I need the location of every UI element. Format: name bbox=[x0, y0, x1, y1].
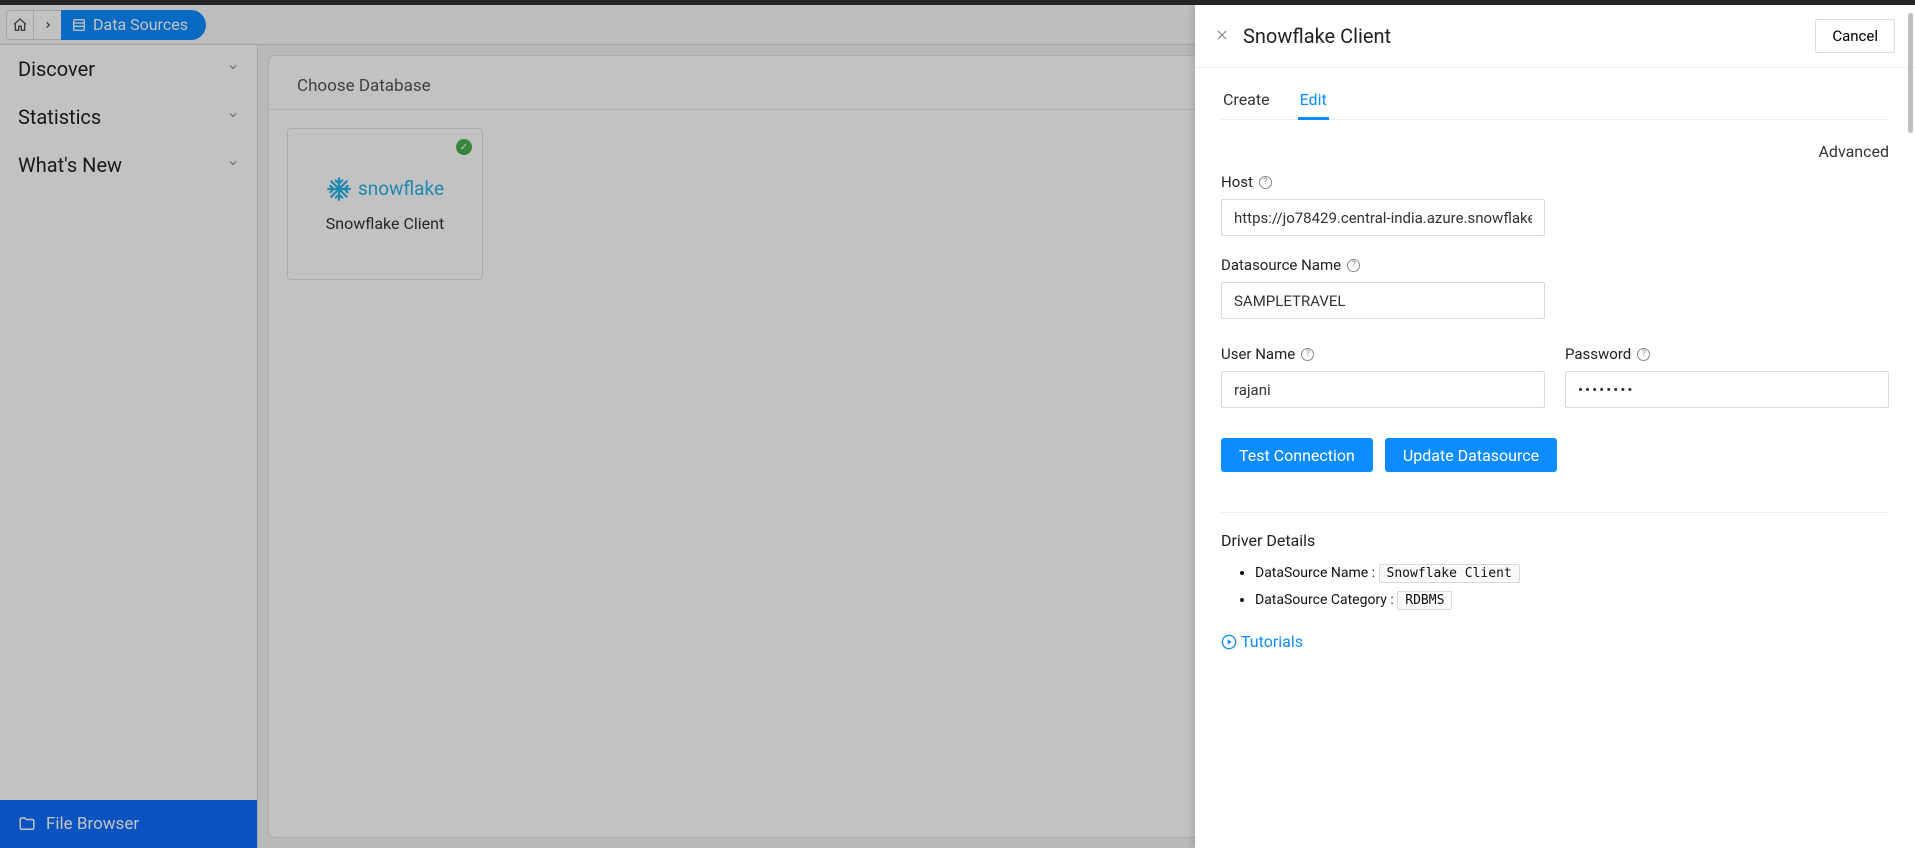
field-host: Host ? bbox=[1221, 173, 1889, 236]
breadcrumb-current[interactable]: Data Sources bbox=[61, 10, 206, 40]
divider bbox=[1221, 512, 1889, 513]
sidebar-item-label: Discover bbox=[18, 57, 95, 81]
field-password: Password ? bbox=[1565, 345, 1889, 408]
choose-database-label: Choose Database bbox=[297, 76, 431, 96]
password-input[interactable] bbox=[1565, 371, 1889, 408]
datasource-icon bbox=[71, 17, 87, 33]
host-input[interactable] bbox=[1221, 199, 1545, 236]
folder-icon bbox=[18, 815, 36, 833]
sidebar: Discover Statistics What's New File Brow… bbox=[0, 45, 258, 848]
driver-details-list: DataSource Name : Snowflake Client DataS… bbox=[1221, 564, 1889, 610]
dsn-label: Datasource Name bbox=[1221, 256, 1341, 274]
username-label: User Name bbox=[1221, 345, 1295, 363]
breadcrumb-label: Data Sources bbox=[93, 15, 188, 34]
field-username: User Name ? bbox=[1221, 345, 1545, 408]
chevron-down-icon bbox=[227, 157, 239, 173]
chevron-right-icon[interactable] bbox=[34, 10, 62, 40]
sidebar-item-whatsnew[interactable]: What's New bbox=[0, 141, 257, 189]
snowflake-icon bbox=[326, 176, 352, 202]
panel-title: Snowflake Client bbox=[1243, 24, 1391, 48]
side-panel: Snowflake Client Cancel Create Edit Adva… bbox=[1195, 5, 1915, 848]
host-label: Host bbox=[1221, 173, 1253, 191]
field-datasource-name: Datasource Name ? bbox=[1221, 256, 1889, 319]
driver-dsn-label: DataSource Name : bbox=[1255, 565, 1375, 581]
file-browser-label: File Browser bbox=[46, 814, 139, 834]
scrollbar[interactable] bbox=[1908, 13, 1913, 133]
sidebar-item-discover[interactable]: Discover bbox=[0, 45, 257, 93]
home-icon[interactable] bbox=[6, 10, 34, 40]
panel-header: Snowflake Client Cancel bbox=[1195, 5, 1915, 68]
sidebar-item-statistics[interactable]: Statistics bbox=[0, 93, 257, 141]
file-browser-button[interactable]: File Browser bbox=[0, 800, 257, 848]
tutorials-label: Tutorials bbox=[1241, 632, 1303, 651]
datasource-name-input[interactable] bbox=[1221, 282, 1545, 319]
help-icon[interactable]: ? bbox=[1301, 348, 1314, 361]
check-icon: ✓ bbox=[456, 139, 472, 155]
advanced-link[interactable]: Advanced bbox=[1818, 142, 1889, 161]
cancel-button[interactable]: Cancel bbox=[1815, 19, 1895, 53]
driver-cat-label: DataSource Category : bbox=[1255, 592, 1394, 608]
help-icon[interactable]: ? bbox=[1347, 259, 1360, 272]
password-label: Password bbox=[1565, 345, 1631, 363]
close-icon[interactable] bbox=[1215, 27, 1229, 46]
tab-edit[interactable]: Edit bbox=[1298, 82, 1329, 119]
sidebar-item-label: Statistics bbox=[18, 105, 101, 129]
test-connection-button[interactable]: Test Connection bbox=[1221, 438, 1373, 472]
panel-tabs: Create Edit bbox=[1221, 82, 1889, 120]
logo-text: snowflake bbox=[358, 177, 444, 200]
tutorials-link[interactable]: Tutorials bbox=[1221, 632, 1889, 651]
driver-dsn-value: Snowflake Client bbox=[1379, 564, 1520, 583]
help-icon[interactable]: ? bbox=[1259, 176, 1272, 189]
help-icon[interactable]: ? bbox=[1637, 348, 1650, 361]
update-datasource-button[interactable]: Update Datasource bbox=[1385, 438, 1557, 472]
driver-cat-value: RDBMS bbox=[1397, 591, 1452, 610]
chevron-down-icon bbox=[227, 61, 239, 77]
driver-dsn-item: DataSource Name : Snowflake Client bbox=[1255, 564, 1889, 583]
sidebar-item-label: What's New bbox=[18, 153, 122, 177]
username-input[interactable] bbox=[1221, 371, 1545, 408]
play-icon bbox=[1221, 634, 1237, 650]
driver-cat-item: DataSource Category : RDBMS bbox=[1255, 591, 1889, 610]
tab-create[interactable]: Create bbox=[1221, 82, 1272, 119]
datasource-card-name: Snowflake Client bbox=[326, 214, 444, 233]
driver-details-heading: Driver Details bbox=[1221, 531, 1889, 550]
datasource-card-snowflake[interactable]: ✓ snowflake Snowflake Client bbox=[287, 128, 483, 280]
chevron-down-icon bbox=[227, 109, 239, 125]
panel-body: Create Edit Advanced Host ? Datasource N… bbox=[1195, 68, 1915, 848]
snowflake-logo: snowflake bbox=[326, 176, 444, 202]
